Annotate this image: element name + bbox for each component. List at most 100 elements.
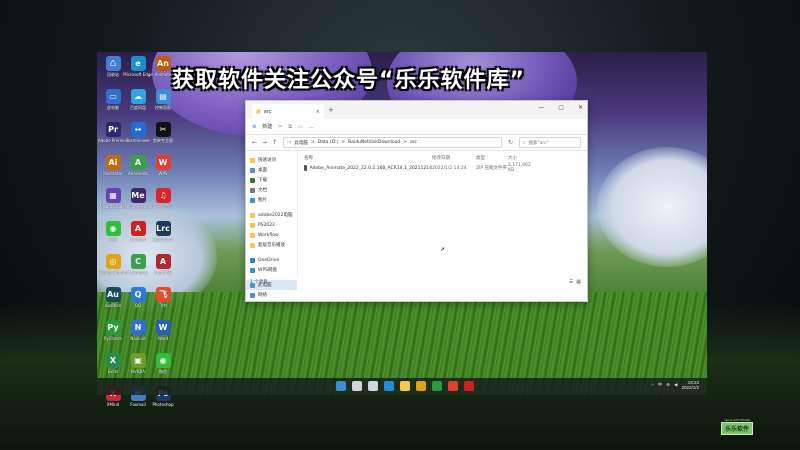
nav-item[interactable]: 下载 bbox=[246, 175, 297, 185]
close-button[interactable]: ✕ bbox=[578, 104, 583, 111]
nav-item-label: Workflow bbox=[258, 232, 279, 238]
view-toggle: ☰ ▦ bbox=[569, 279, 581, 285]
desktop-icon[interactable]: ♫ 网易云音乐 bbox=[150, 188, 176, 209]
desktop-icon-label: 网易云音乐 bbox=[153, 204, 173, 209]
new-tab-button[interactable]: + bbox=[328, 106, 334, 114]
new-icon: ⊕ bbox=[252, 123, 257, 130]
column-name[interactable]: 名称 bbox=[304, 155, 432, 161]
breadcrumb-arc[interactable]: arc bbox=[410, 140, 417, 145]
desktop-icon[interactable]: Lrc Lightroom bbox=[150, 221, 176, 242]
nav-item[interactable]: 文档 bbox=[246, 185, 297, 195]
nav-item-label: 快速访问 bbox=[258, 158, 276, 163]
volume-icon[interactable]: ◀ bbox=[674, 382, 677, 388]
promo-banner: 获取软件关注公众号“乐乐软件库” bbox=[172, 68, 525, 93]
address-bar[interactable]: ▭ 此电脑 > Data (D:) > BaiduNetdiskDownload… bbox=[283, 137, 502, 148]
search-icon[interactable] bbox=[352, 381, 362, 391]
up-icon[interactable]: ↑ bbox=[272, 139, 277, 146]
desktop-icon-label: 飞书 bbox=[159, 303, 167, 308]
nav-item[interactable]: PS2022 bbox=[246, 220, 297, 230]
maximize-button[interactable]: ▢ bbox=[558, 104, 564, 111]
cut-icon[interactable]: ✂ bbox=[278, 124, 282, 130]
nav-item[interactable]: 网络 bbox=[246, 290, 297, 300]
watermark-logo: LE LE SOFTWARE 乐乐软件 bbox=[714, 412, 760, 440]
nav-item[interactable]: adobe2022电脑 bbox=[246, 210, 297, 220]
details-view-icon[interactable]: ☰ bbox=[569, 279, 573, 285]
column-size[interactable]: 大小 bbox=[508, 155, 538, 161]
desktop-icon-label: 微信 bbox=[159, 369, 167, 374]
explorer-content: 快速访问桌面 下载 文档 图片 adobe2022电脑 PS2022 Workflow 超级音… bbox=[246, 151, 587, 298]
app-icon: N bbox=[130, 320, 146, 335]
folder-icon bbox=[250, 242, 255, 248]
nav-item[interactable]: WPS网盘 bbox=[246, 265, 297, 275]
nav-item[interactable]: 桌面 bbox=[246, 165, 297, 175]
explorer-icon[interactable] bbox=[400, 381, 410, 391]
app-icon[interactable] bbox=[432, 381, 442, 391]
desktop-icon-label: AutoCAD bbox=[154, 270, 172, 275]
desktop-icon[interactable]: ◉ 微信 bbox=[150, 353, 176, 374]
file-row[interactable]: Adobe_Animate_2022_22.0.2.168_ACR14.1_20… bbox=[304, 163, 581, 173]
breadcrumb-separator: > bbox=[341, 140, 346, 145]
app-icon: C bbox=[130, 254, 146, 269]
app-icon: ▭ bbox=[105, 89, 121, 104]
nav-item[interactable]: 超级音乐播放 bbox=[246, 240, 297, 250]
breadcrumb-separator: > bbox=[310, 140, 315, 145]
desktop-icon[interactable]: W Word bbox=[150, 320, 176, 341]
app-icon: ↔ bbox=[130, 122, 146, 137]
column-headers: 名称 修改日期 类型 大小 bbox=[304, 153, 581, 163]
network-icon[interactable]: ⊕ bbox=[666, 382, 670, 388]
tiles-view-icon[interactable]: ▦ bbox=[576, 279, 581, 285]
refresh-icon[interactable]: ↻ bbox=[508, 139, 513, 146]
desktop-icon[interactable]: A AutoCAD bbox=[150, 254, 176, 275]
more-button[interactable]: … bbox=[309, 124, 314, 130]
item-count: 1 个项目 bbox=[250, 280, 268, 285]
breadcrumb-download[interactable]: BaiduNetdiskDownload bbox=[348, 140, 400, 145]
address-row: ← → ↑ ▭ 此电脑 > Data (D:) > BaiduNetdiskDo… bbox=[246, 135, 587, 151]
back-icon[interactable]: ← bbox=[252, 139, 257, 146]
ime-indicator[interactable]: 中 bbox=[658, 382, 663, 388]
clock[interactable]: 19:23 2022/1/2 bbox=[681, 380, 699, 390]
breadcrumb-drive[interactable]: Data (D:) bbox=[318, 140, 339, 145]
paste-icon[interactable]: ▭ bbox=[298, 124, 303, 130]
desktop-icon-label: Photoshop bbox=[152, 402, 174, 407]
column-type[interactable]: 类型 bbox=[476, 155, 508, 161]
file-date: 2022/1/2 14:24 bbox=[432, 165, 467, 171]
taskbar: ^ 中 ⊕ ◀ 19:23 2022/1/2 bbox=[97, 378, 707, 395]
copy-icon[interactable]: ⧉ bbox=[288, 124, 292, 130]
desktop-icon[interactable]: W WPS bbox=[150, 155, 176, 176]
edge-icon[interactable] bbox=[384, 381, 394, 391]
tab-arc[interactable]: ■ arc × bbox=[252, 104, 324, 119]
app-icon: ▣ bbox=[130, 353, 146, 368]
file-size: 2,171,062 KB bbox=[508, 163, 531, 173]
app-icon: ☁ bbox=[130, 89, 146, 104]
record-icon[interactable] bbox=[464, 381, 474, 391]
new-button[interactable]: 新建 bbox=[262, 123, 272, 130]
title-bar: ■ arc × + — ▢ ✕ bbox=[246, 101, 587, 119]
nav-item[interactable]: 图片 bbox=[246, 195, 297, 205]
column-date[interactable]: 修改日期 bbox=[432, 155, 476, 161]
task-view-icon[interactable] bbox=[368, 381, 378, 391]
app-icon: ✂ bbox=[155, 122, 171, 137]
forward-icon[interactable]: → bbox=[262, 139, 267, 146]
app-icon: A bbox=[155, 254, 171, 269]
nav-item[interactable]: OneDrive bbox=[246, 255, 297, 265]
app-icon: ◎ bbox=[105, 254, 121, 269]
chrome-icon[interactable] bbox=[416, 381, 426, 391]
computer-icon: ▭ bbox=[287, 140, 292, 145]
tray-overflow-icon[interactable]: ^ bbox=[652, 383, 654, 388]
minimize-button[interactable]: — bbox=[538, 104, 544, 111]
search-input[interactable]: ⌕ 搜索"arc" bbox=[519, 137, 581, 148]
wps-icon[interactable] bbox=[448, 381, 458, 391]
desktop-icon[interactable]: ✂ 剪映专业版 bbox=[150, 122, 176, 143]
folder-icon bbox=[250, 177, 255, 183]
start-icon[interactable] bbox=[336, 381, 346, 391]
tab-close-icon[interactable]: × bbox=[316, 109, 320, 115]
nav-item-label: 网络 bbox=[258, 293, 267, 298]
clock-date: 2022/1/2 bbox=[681, 385, 699, 390]
window-controls: — ▢ ✕ bbox=[538, 104, 583, 111]
breadcrumb-this-pc[interactable]: 此电脑 bbox=[294, 140, 308, 146]
nav-item[interactable]: 快速访问 bbox=[246, 155, 297, 165]
navigation-pane: 快速访问桌面 下载 文档 图片 adobe2022电脑 PS2022 Workflow 超级音… bbox=[246, 151, 298, 298]
nav-item[interactable]: Workflow bbox=[246, 230, 297, 240]
app-icon: 飞 bbox=[155, 287, 171, 302]
desktop-icon[interactable]: 飞飞书 bbox=[150, 287, 176, 308]
